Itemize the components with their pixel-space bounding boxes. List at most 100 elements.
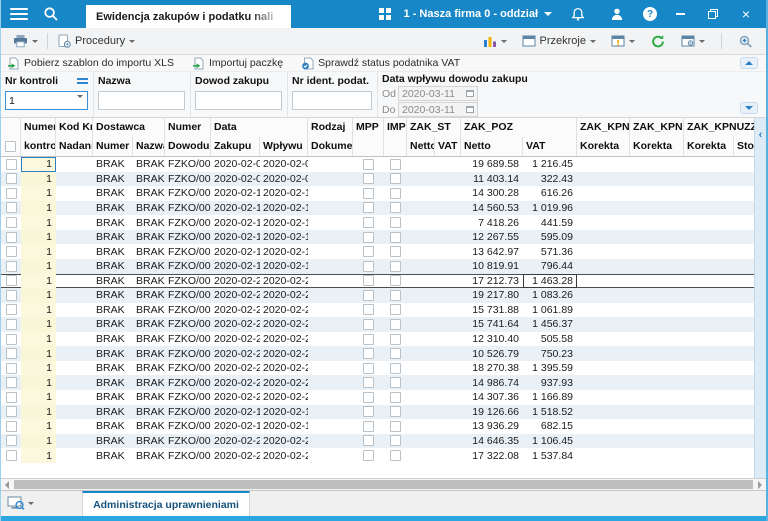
cell-kpnst-korekta[interactable]: [577, 172, 630, 187]
cell-rodzaj-dokumentu[interactable]: [308, 448, 353, 463]
imp-checkbox[interactable]: [384, 448, 407, 463]
cell-kod-kraju[interactable]: [56, 434, 93, 449]
mpp-checkbox[interactable]: [353, 259, 384, 274]
imp-checkbox[interactable]: [384, 375, 407, 390]
row-select-checkbox[interactable]: [1, 288, 21, 303]
cell-dostawca-numer[interactable]: BRAK: [93, 390, 133, 405]
cell-zak-st-vat[interactable]: [435, 448, 461, 463]
cell-numer-kontroli[interactable]: 1: [21, 157, 56, 172]
row-select-checkbox-box[interactable]: [6, 304, 17, 315]
cell-kpnuzzd-korekta[interactable]: [684, 259, 734, 274]
cell-kod-kraju[interactable]: [56, 405, 93, 420]
cell-zak-poz-netto[interactable]: 19 217.80: [461, 288, 523, 303]
cell-rodzaj-dokumentu[interactable]: [308, 215, 353, 230]
cell-kod-kraju[interactable]: [56, 274, 93, 289]
cell-kpnst-korekta[interactable]: [577, 419, 630, 434]
cell-kod-kraju[interactable]: [56, 448, 93, 463]
cell-numer-kontroli[interactable]: 1: [21, 172, 56, 187]
cell-data-zakupu[interactable]: 2020-02-19: [211, 419, 260, 434]
cell-kpnuzzd-korekta[interactable]: [684, 361, 734, 376]
cell-dostawca-numer[interactable]: BRAK: [93, 274, 133, 289]
cell-dostawca-numer[interactable]: BRAK: [93, 157, 133, 172]
cell-kpnpz-korekta[interactable]: [630, 157, 684, 172]
mpp-checkbox[interactable]: [353, 332, 384, 347]
horizontal-scrollbar[interactable]: [1, 478, 766, 491]
cell-numer-kontroli[interactable]: 1: [21, 361, 56, 376]
imp-checkbox-box[interactable]: [390, 421, 401, 432]
window-tab[interactable]: Ewidencja zakupów i podatku nali: [86, 5, 291, 28]
cell-kpnpz-korekta[interactable]: [630, 434, 684, 449]
company-selector[interactable]: 1 - Nasza firma 0 - oddział: [404, 8, 552, 20]
header-mpp[interactable]: MPP: [353, 118, 384, 137]
cell-rodzaj-dokumentu[interactable]: [308, 259, 353, 274]
cell-dostawca-numer[interactable]: BRAK: [93, 244, 133, 259]
cell-numer-dowodu[interactable]: FZKO/0003: [165, 390, 211, 405]
cell-zak-poz-vat[interactable]: 1 083.26: [523, 288, 577, 303]
mpp-checkbox[interactable]: [353, 434, 384, 449]
cell-kpnst-korekta[interactable]: [577, 390, 630, 405]
cell-data-zakupu[interactable]: 2020-02-10: [211, 186, 260, 201]
imp-checkbox[interactable]: [384, 215, 407, 230]
cell-numer-kontroli[interactable]: 1: [21, 375, 56, 390]
cell-kpnuzzd-korekta[interactable]: [684, 303, 734, 318]
row-select-checkbox[interactable]: [1, 157, 21, 172]
cell-data-wplywu[interactable]: 2020-02-19: [260, 419, 308, 434]
cell-data-wplywu[interactable]: 2020-02-20: [260, 288, 308, 303]
imp-checkbox-box[interactable]: [390, 348, 401, 359]
imp-checkbox-box[interactable]: [390, 304, 401, 315]
header-group-zak-st[interactable]: ZAK_ST: [407, 118, 461, 137]
cell-data-wplywu[interactable]: 2020-02-21: [260, 434, 308, 449]
cell-dostawca-numer[interactable]: BRAK: [93, 259, 133, 274]
cell-data-zakupu[interactable]: 2020-02-12: [211, 215, 260, 230]
date-do-input[interactable]: 2020-03-11: [398, 102, 478, 117]
cell-kpnst-korekta[interactable]: [577, 274, 630, 289]
cell-zak-st-vat[interactable]: [435, 230, 461, 245]
przekroje-button[interactable]: Przekroje: [518, 33, 600, 49]
header-data-zakupu[interactable]: Zakupu: [211, 137, 260, 156]
find-button[interactable]: [734, 32, 758, 51]
cell-dostawca-nazwa[interactable]: BRAK: [133, 157, 165, 172]
calendar-icon[interactable]: [466, 90, 474, 97]
cell-numer-kontroli[interactable]: 1: [21, 434, 56, 449]
cell-dostawca-nazwa[interactable]: BRAK: [133, 375, 165, 390]
row-select-checkbox[interactable]: [1, 375, 21, 390]
cell-kpnst-korekta[interactable]: [577, 186, 630, 201]
row-select-checkbox-box[interactable]: [6, 363, 17, 374]
cell-numer-dowodu[interactable]: FZKO/0004: [165, 405, 211, 420]
cell-dostawca-nazwa[interactable]: BRAK: [133, 434, 165, 449]
cell-zak-st-vat[interactable]: [435, 201, 461, 216]
mpp-checkbox[interactable]: [353, 215, 384, 230]
header-group-zak-kpnst[interactable]: ZAK_KPNST: [577, 118, 630, 137]
cell-zak-st-netto[interactable]: [407, 375, 435, 390]
cell-kod-kraju[interactable]: [56, 244, 93, 259]
cell-dostawca-nazwa[interactable]: BRAK: [133, 346, 165, 361]
cell-numer-kontroli[interactable]: 1: [21, 332, 56, 347]
cell-kpnuzzd-korekta[interactable]: [684, 332, 734, 347]
cell-kod-kraju[interactable]: [56, 375, 93, 390]
dowod-zakupu-input[interactable]: [195, 91, 282, 110]
cell-dostawca-numer[interactable]: BRAK: [93, 332, 133, 347]
header-rodzaj[interactable]: Rodzaj: [308, 118, 353, 137]
cell-zak-st-vat[interactable]: [435, 303, 461, 318]
cell-kpnst-korekta[interactable]: [577, 201, 630, 216]
cell-kpnuzzd-korekta[interactable]: [684, 434, 734, 449]
imp-checkbox[interactable]: [384, 361, 407, 376]
table-row[interactable]: 1BRAKBRAKFZKO/00012020-02-062020-02-0619…: [1, 157, 757, 172]
imp-checkbox[interactable]: [384, 244, 407, 259]
table-row[interactable]: 1BRAKBRAKFZKO/00022020-02-212020-02-2115…: [1, 303, 757, 318]
cell-data-zakupu[interactable]: 2020-02-18: [211, 259, 260, 274]
mpp-checkbox[interactable]: [353, 375, 384, 390]
cell-rodzaj-dokumentu[interactable]: [308, 230, 353, 245]
cell-numer-dowodu[interactable]: FZKO/0002: [165, 317, 211, 332]
mpp-checkbox[interactable]: [353, 172, 384, 187]
date-od-input[interactable]: 2020-03-11: [398, 86, 478, 101]
table-row[interactable]: 1BRAKBRAKFZKO/00042020-02-132020-02-1319…: [1, 405, 757, 420]
cell-zak-poz-vat[interactable]: 1 216.45: [523, 157, 577, 172]
cell-numer-dowodu[interactable]: FZKO/0002: [165, 303, 211, 318]
table-row[interactable]: 1BRAKBRAKFZKO/00022020-02-202020-02-2017…: [1, 274, 757, 289]
cell-zak-poz-netto[interactable]: 14 307.36: [461, 390, 523, 405]
header-imp[interactable]: IMP: [384, 118, 407, 137]
imp-checkbox-box[interactable]: [390, 188, 401, 199]
row-select-checkbox[interactable]: [1, 274, 21, 289]
imp-checkbox[interactable]: [384, 303, 407, 318]
